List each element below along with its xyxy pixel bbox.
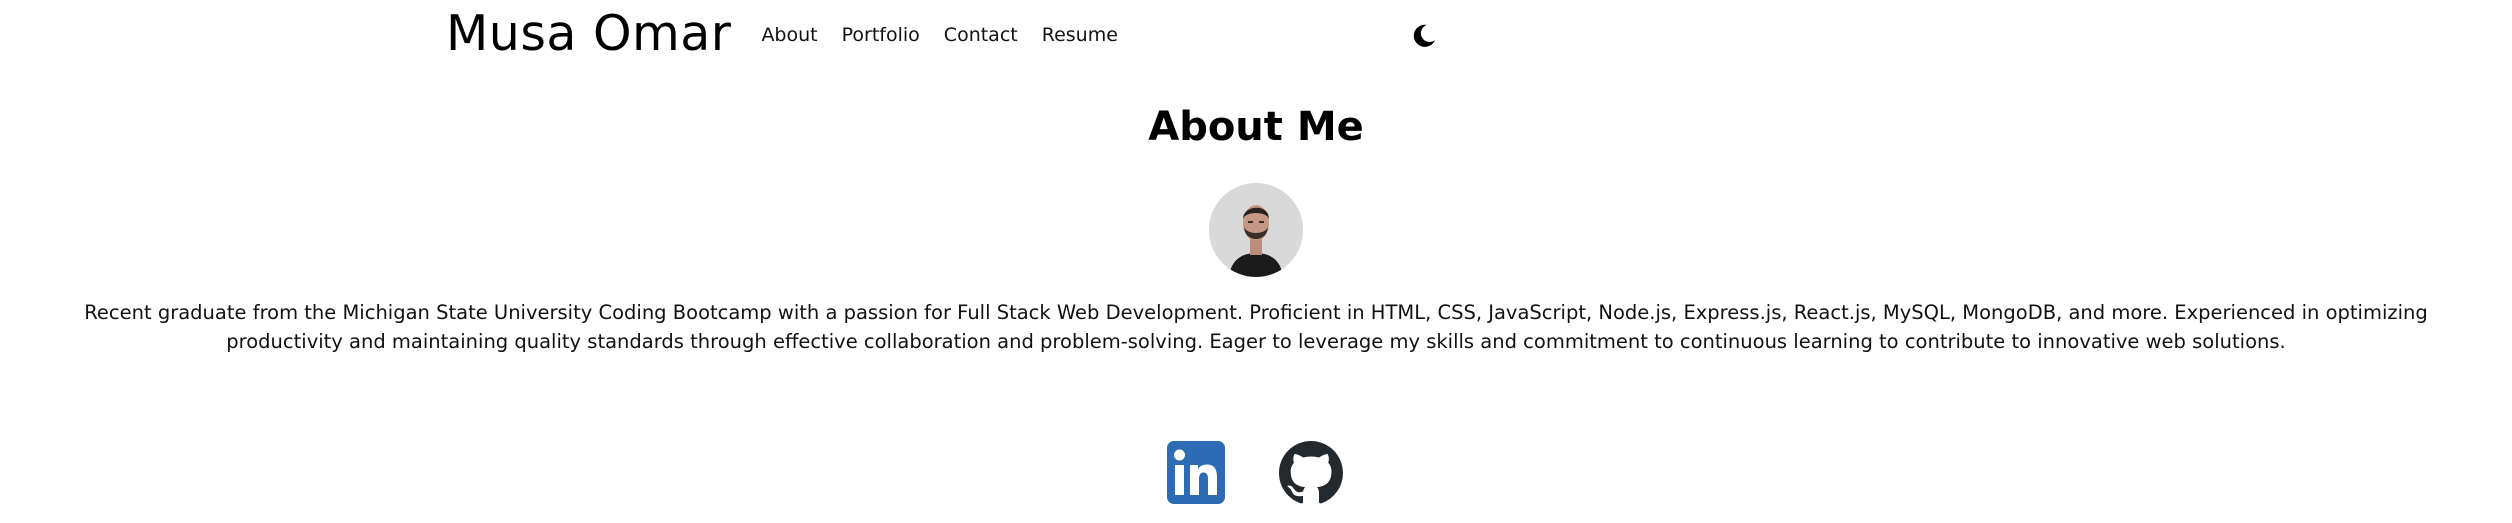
about-heading: About Me: [1148, 104, 1364, 150]
site-brand[interactable]: Musa Omar: [446, 5, 731, 62]
nav-link-about[interactable]: About: [761, 24, 817, 46]
moon-icon: [1413, 24, 1436, 47]
github-link[interactable]: [1279, 441, 1343, 505]
avatar: [1209, 183, 1303, 277]
page: Musa Omar About Portfolio Contact Resume…: [0, 0, 2512, 523]
theme-toggle-button[interactable]: [1408, 20, 1440, 52]
linkedin-link[interactable]: [1167, 441, 1225, 504]
linkedin-icon: [1167, 441, 1225, 504]
nav-link-contact[interactable]: Contact: [944, 24, 1018, 46]
nav-link-portfolio[interactable]: Portfolio: [842, 24, 920, 46]
about-bio: Recent graduate from the Michigan State …: [84, 301, 2428, 353]
github-icon: [1279, 441, 1343, 504]
profile-photo: [1209, 183, 1303, 277]
main-nav: About Portfolio Contact Resume: [761, 24, 1141, 46]
site-header: Musa Omar About Portfolio Contact Resume: [446, 0, 1142, 66]
nav-link-resume[interactable]: Resume: [1042, 24, 1118, 46]
